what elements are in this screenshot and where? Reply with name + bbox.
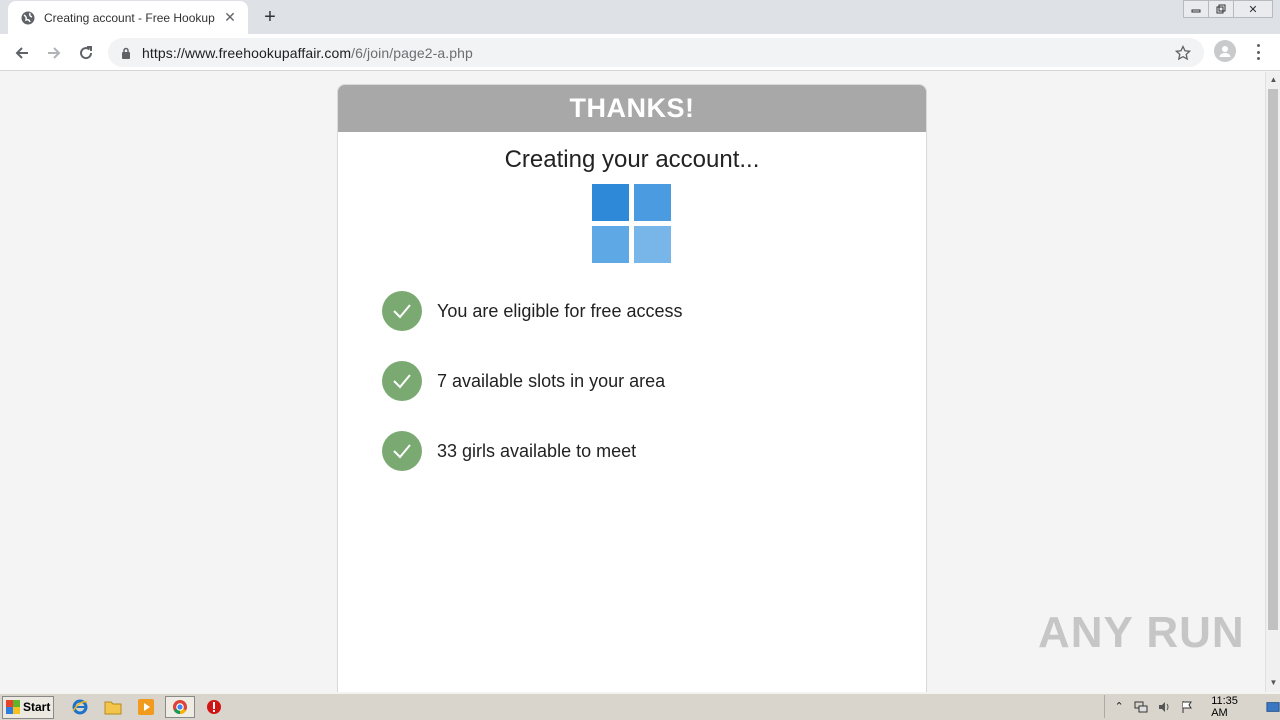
list-item: 7 available slots in your area xyxy=(382,361,682,401)
forward-button[interactable] xyxy=(41,40,67,66)
tab-title: Creating account - Free Hookup Affair xyxy=(44,10,216,25)
card-header: THANKS! xyxy=(338,85,926,132)
status-heading: Creating your account... xyxy=(504,146,760,173)
page-viewport: THANKS! Creating your account... You are… xyxy=(0,72,1265,692)
browser-toolbar: https://www.freehookupaffair.com/6/join/… xyxy=(0,34,1280,71)
stop-sign-icon[interactable] xyxy=(204,697,224,717)
reload-button[interactable] xyxy=(73,40,99,66)
loading-spinner-icon xyxy=(592,184,674,266)
checklist-text: 33 girls available to meet xyxy=(437,440,637,461)
internet-explorer-icon[interactable] xyxy=(70,697,90,717)
lock-icon xyxy=(120,46,132,60)
scroll-down-arrow-icon[interactable]: ▼ xyxy=(1266,675,1280,690)
anyrun-watermark: ANY RUN xyxy=(1038,608,1245,657)
action-center-flag-icon[interactable] xyxy=(1180,700,1194,714)
checkmark-icon xyxy=(382,291,422,331)
checkmark-icon xyxy=(382,431,422,471)
list-item: You are eligible for free access xyxy=(382,291,682,331)
scroll-up-arrow-icon[interactable]: ▲ xyxy=(1266,72,1280,87)
checklist-text: 7 available slots in your area xyxy=(437,370,666,391)
checkmark-icon xyxy=(382,361,422,401)
close-window-button[interactable]: ✕ xyxy=(1233,0,1273,18)
chrome-icon xyxy=(173,700,187,715)
minimize-button[interactable] xyxy=(1183,0,1209,18)
tab-strip: Creating account - Free Hookup Affair ✕ … xyxy=(0,0,1280,34)
eligibility-checklist: You are eligible for free access 7 avail… xyxy=(382,291,682,501)
start-button[interactable]: Start xyxy=(2,695,54,719)
new-tab-button[interactable]: + xyxy=(258,6,282,28)
checklist-text: You are eligible for free access xyxy=(437,300,683,321)
restore-button[interactable] xyxy=(1208,0,1234,18)
address-bar[interactable]: https://www.freehookupaffair.com/6/join/… xyxy=(108,38,1204,67)
chevron-up-icon[interactable]: ⌃ xyxy=(1113,700,1125,714)
back-button[interactable] xyxy=(9,40,35,66)
system-tray: ⌃ 11:35 AM xyxy=(1104,695,1280,719)
network-icon[interactable] xyxy=(1134,700,1148,714)
clock[interactable]: 11:35 AM xyxy=(1211,695,1251,719)
volume-icon[interactable] xyxy=(1157,700,1171,714)
page-title: THANKS! xyxy=(569,93,695,123)
media-player-icon[interactable] xyxy=(136,697,156,717)
vertical-scrollbar[interactable]: ▲ ▼ xyxy=(1265,72,1280,692)
active-tab[interactable]: Creating account - Free Hookup Affair ✕ xyxy=(8,1,248,34)
scroll-thumb[interactable] xyxy=(1268,89,1278,630)
file-explorer-icon[interactable] xyxy=(103,697,123,717)
url-text: https://www.freehookupaffair.com/6/join/… xyxy=(142,44,473,61)
globe-icon xyxy=(20,10,36,26)
close-tab-icon[interactable]: ✕ xyxy=(222,9,238,26)
browser-menu-icon[interactable] xyxy=(1250,42,1266,62)
show-desktop-icon[interactable] xyxy=(1266,700,1280,714)
profile-avatar-icon[interactable] xyxy=(1214,40,1236,62)
chrome-taskbar-button[interactable] xyxy=(165,696,195,718)
list-item: 33 girls available to meet xyxy=(382,431,682,471)
windows-logo-icon xyxy=(6,700,20,714)
signup-card: THANKS! Creating your account... You are… xyxy=(337,84,927,692)
bookmark-star-icon[interactable] xyxy=(1174,44,1192,62)
